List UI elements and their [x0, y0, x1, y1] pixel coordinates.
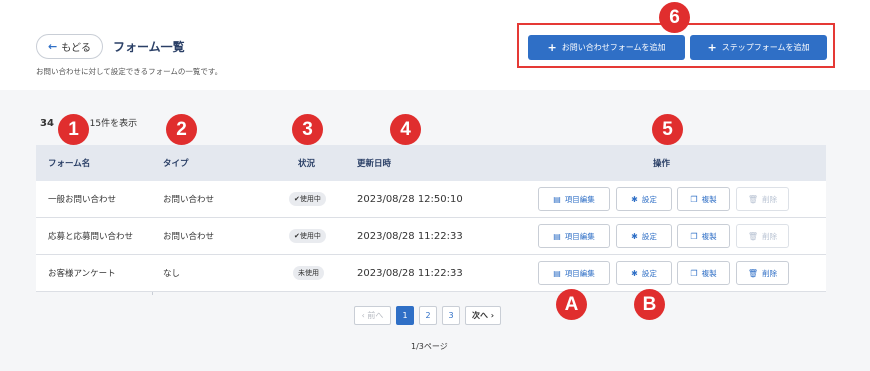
page-title: フォーム一覧: [113, 40, 185, 54]
annotation-marker-1: 1: [58, 114, 89, 145]
copy-label: 複製: [701, 268, 717, 278]
next-page-button[interactable]: 次へ ›: [465, 306, 501, 325]
plus-icon: +: [547, 41, 557, 54]
annotation-marker-2: 2: [166, 114, 197, 145]
edit-fields-button[interactable]: ▤ 項目編集: [538, 261, 610, 285]
settings-label: 設定: [641, 194, 657, 204]
delete-button[interactable]: 🗑 削除: [736, 261, 789, 285]
back-label: もどる: [61, 43, 92, 54]
list-icon: ▤: [553, 194, 561, 204]
gear-icon: ✱: [631, 268, 638, 278]
arrow-left-icon: ←: [47, 40, 58, 53]
copy-icon: ❐: [690, 231, 698, 241]
table-header: フォーム名 タイプ 状況 更新日時 操作: [36, 145, 826, 181]
delete-label: 削除: [762, 231, 778, 241]
back-button[interactable]: ← もどる: [36, 34, 103, 59]
list-icon: ▤: [553, 231, 561, 241]
trash-icon: 🗑: [747, 231, 759, 241]
settings-label: 設定: [641, 231, 657, 241]
page-info: 1/3ページ: [411, 342, 448, 351]
copy-button[interactable]: ❐ 複製: [677, 261, 730, 285]
page-button-2[interactable]: 2: [419, 306, 437, 325]
annotation-marker-6: 6: [659, 2, 690, 33]
add-step-form-button[interactable]: + ステップフォームを追加: [690, 35, 827, 60]
updated-at: 2023/08/28 11:22:33: [357, 230, 463, 242]
copy-button[interactable]: ❐ 複製: [677, 187, 730, 211]
copy-label: 複製: [701, 194, 717, 204]
column-header-operations: 操作: [653, 159, 671, 169]
page-subtitle: お問い合わせに対して設定できるフォームの一覧です。: [36, 67, 223, 76]
annotation-marker-a: A: [556, 289, 587, 320]
copy-button[interactable]: ❐ 複製: [677, 224, 730, 248]
column-header-updated: 更新日時: [357, 159, 392, 169]
column-header-name: フォーム名: [48, 159, 91, 169]
settings-label: 設定: [641, 268, 657, 278]
copy-icon: ❐: [690, 268, 698, 278]
forms-table: フォーム名 タイプ 状況 更新日時 操作 一般お問い合わせ お問い合わせ ✔使用…: [36, 145, 826, 295]
status-badge: 未使用: [293, 266, 324, 280]
status-badge: ✔使用中: [289, 229, 326, 243]
gear-icon: ✱: [631, 194, 638, 204]
edit-fields-label: 項目編集: [564, 268, 595, 278]
column-header-status: 状況: [298, 159, 316, 169]
plus-icon: +: [707, 41, 717, 54]
annotation-marker-5: 5: [652, 114, 683, 145]
add-contact-form-button[interactable]: + お問い合わせフォームを追加: [528, 35, 685, 60]
delete-button[interactable]: 🗑 削除: [736, 224, 789, 248]
table-row: 一般お問い合わせ お問い合わせ ✔使用中 2023/08/28 12:50:10…: [36, 181, 826, 218]
updated-at: 2023/08/28 12:50:10: [357, 193, 463, 205]
edit-fields-label: 項目編集: [564, 194, 595, 204]
form-type: なし: [163, 269, 181, 279]
form-type: お問い合わせ: [163, 195, 215, 205]
status-badge: ✔使用中: [289, 192, 326, 206]
settings-button[interactable]: ✱ 設定: [616, 261, 672, 285]
form-type: お問い合わせ: [163, 232, 215, 242]
edit-fields-button[interactable]: ▤ 項目編集: [538, 187, 610, 211]
settings-button[interactable]: ✱ 設定: [616, 224, 672, 248]
gear-icon: ✱: [631, 231, 638, 241]
column-header-type: タイプ: [163, 159, 189, 169]
edit-fields-label: 項目編集: [564, 231, 595, 241]
edit-fields-button[interactable]: ▤ 項目編集: [538, 224, 610, 248]
trash-icon: 🗑: [747, 268, 759, 278]
page-header: ← もどる フォーム一覧 お問い合わせに対して設定できるフォームの一覧です。 +…: [0, 0, 870, 90]
shown-count: 15件を表示: [89, 119, 138, 129]
total-count: 34: [40, 118, 54, 129]
form-name: 応募と応募問い合わせ: [48, 232, 134, 242]
form-name: 一般お問い合わせ: [48, 195, 117, 205]
delete-label: 削除: [762, 194, 778, 204]
delete-label: 削除: [762, 268, 778, 278]
add-contact-form-label: お問い合わせフォームを追加: [561, 43, 666, 52]
copy-label: 複製: [701, 231, 717, 241]
table-row: お客様アンケート なし 未使用 2023/08/28 11:22:33 ▤ 項目編…: [36, 255, 826, 292]
page-button-3[interactable]: 3: [442, 306, 460, 325]
copy-icon: ❐: [690, 194, 698, 204]
settings-button[interactable]: ✱ 設定: [616, 187, 672, 211]
annotation-marker-4: 4: [390, 114, 421, 145]
table-row: 応募と応募問い合わせ お問い合わせ ✔使用中 2023/08/28 11:22:…: [36, 218, 826, 255]
form-name: お客様アンケート: [48, 269, 116, 279]
delete-button[interactable]: 🗑 削除: [736, 187, 789, 211]
updated-at: 2023/08/28 11:22:33: [357, 267, 463, 279]
list-icon: ▤: [553, 268, 561, 278]
add-step-form-label: ステップフォームを追加: [721, 43, 810, 52]
annotation-marker-b: B: [634, 289, 665, 320]
page-button-1[interactable]: 1: [396, 306, 414, 325]
prev-page-button[interactable]: ‹ 前へ: [354, 306, 391, 325]
annotation-marker-3: 3: [292, 114, 323, 145]
trash-icon: 🗑: [747, 194, 759, 204]
